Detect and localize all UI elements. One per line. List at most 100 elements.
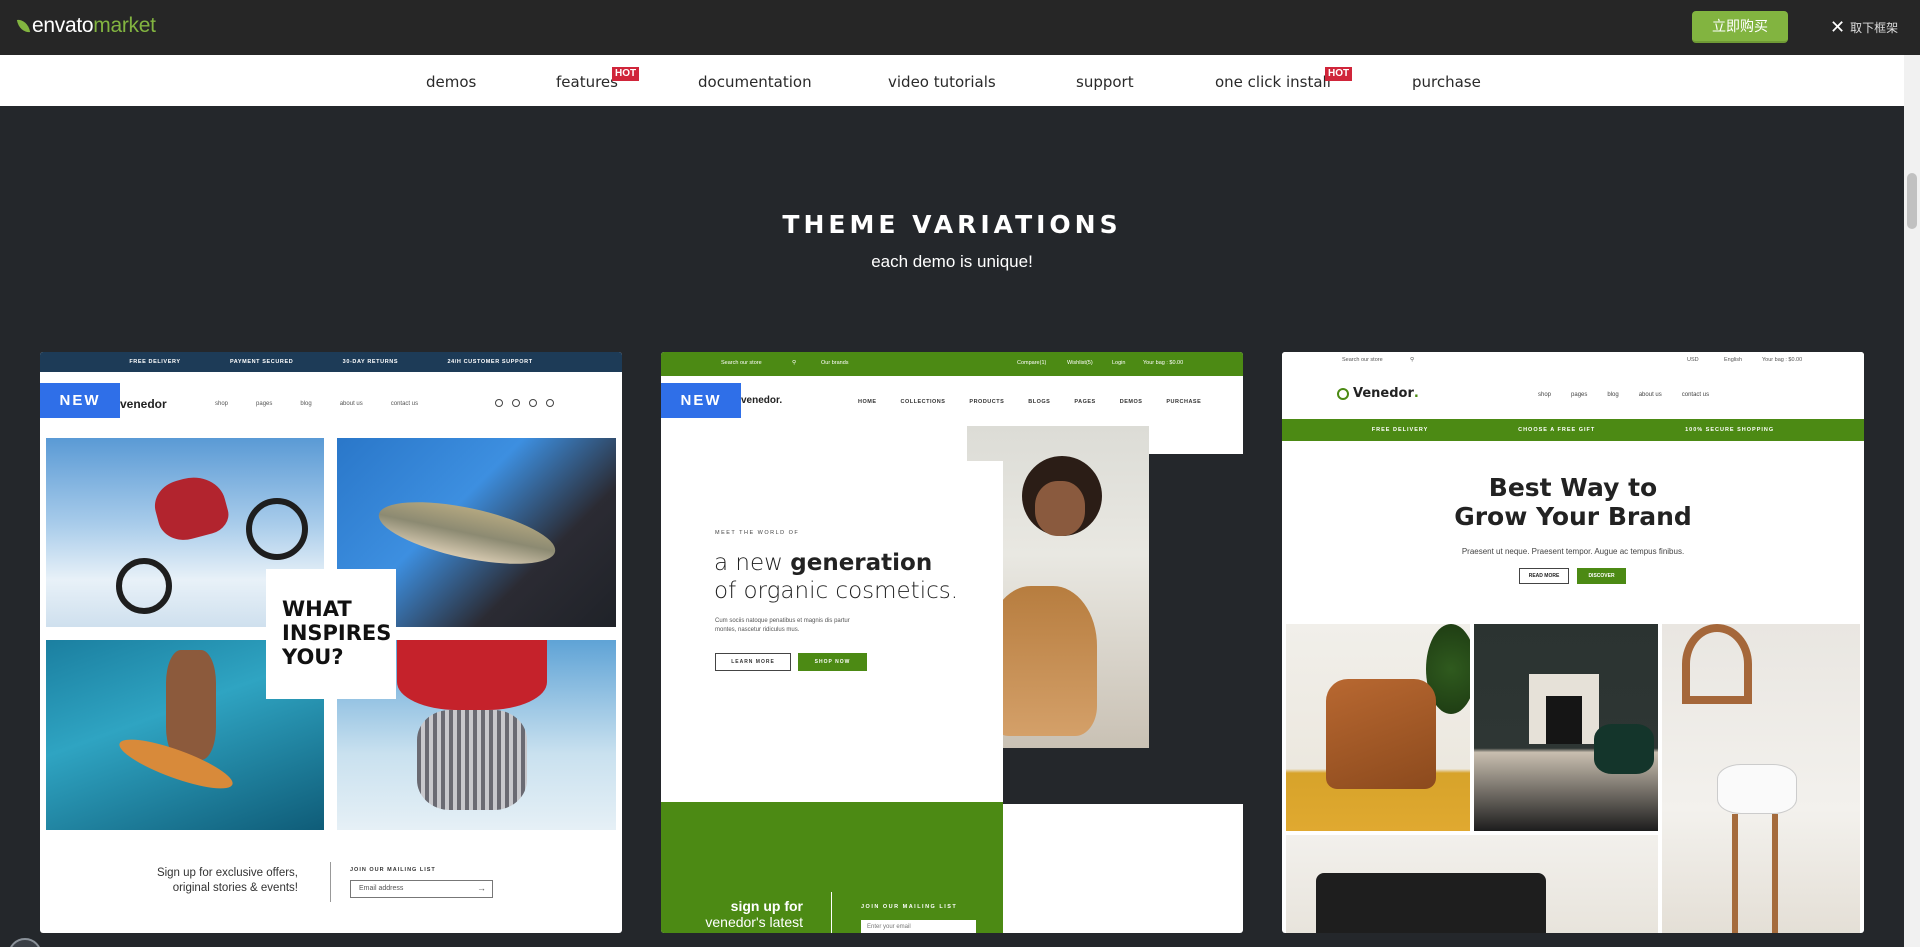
nav-label: video tutorials: [888, 73, 996, 91]
demo-menu: shop pages blog about us contact us: [1538, 392, 1709, 398]
headline-line2: of organic cosmetics.: [714, 578, 959, 604]
join-label: JOIN OUR MAILING LIST: [861, 904, 958, 910]
arrow-right-icon: →: [477, 883, 486, 893]
top-bag: Your bag : $0.00: [1762, 357, 1803, 363]
signup-line: Sign up for exclusive offers,: [156, 867, 298, 879]
cart-icon: [546, 399, 554, 407]
nav-item-support[interactable]: support: [1076, 73, 1134, 91]
demo-menu-item: shop: [1538, 392, 1552, 398]
nav-item-demos[interactable]: demos: [426, 73, 476, 91]
learn-more-button: LEARN MORE: [715, 653, 791, 671]
demo-card-1[interactable]: FREE DELIVERY PAYMENT SECURED 30-DAY RET…: [40, 352, 622, 933]
hero-headline: Best Way to Grow Your Brand: [1282, 473, 1864, 531]
main-nav: demos features HOT documentation video tu…: [0, 55, 1904, 106]
heart-icon: [529, 399, 537, 407]
top-brands: Our brands: [821, 360, 849, 366]
strip-item: FREE DELIVERY: [129, 359, 181, 365]
nav-item-video-tutorials[interactable]: video tutorials: [888, 73, 996, 91]
section-title: THEME VARIATIONS: [782, 210, 1122, 239]
nav-label: features: [556, 73, 618, 91]
signup-text: sign up for venedor's latest: [661, 898, 803, 930]
inspire-overlay: WHAT INSPIRES YOU?: [266, 569, 396, 699]
hero-body: Cum sociis natoque penatibus et magnis d…: [715, 617, 850, 635]
top-currency: USD: [1687, 357, 1699, 363]
top-login: Login: [1112, 360, 1126, 366]
signup-bold: sign up for: [730, 898, 803, 914]
demo-menu-item: contact us: [390, 401, 419, 407]
divider: [831, 892, 832, 933]
chat-widget-icon[interactable]: [8, 938, 42, 947]
strip-item: PAYMENT SECURED: [229, 359, 294, 365]
envato-market-logo[interactable]: envato market: [16, 14, 156, 38]
fireplace-image: [1474, 624, 1658, 831]
remove-frame-button[interactable]: ✕ 取下框架: [1830, 18, 1898, 36]
demo-menu-item: contact us: [1681, 392, 1710, 398]
nav-label: documentation: [698, 73, 812, 91]
section-subtitle: each demo is unique!: [871, 252, 1033, 271]
email-field: Enter your email: [861, 920, 976, 933]
strip-item: 24/H CUSTOMER SUPPORT: [447, 359, 533, 365]
promo-strip: FREE DELIVERY PAYMENT SECURED 30-DAY RET…: [40, 352, 622, 372]
demo-menu-item: blog: [1607, 392, 1619, 398]
demo-topbar: Search our store ⚲ USD English Your bag …: [1282, 352, 1864, 369]
demo-card-3[interactable]: Search our store ⚲ USD English Your bag …: [1282, 352, 1864, 933]
page-scrollbar[interactable]: [1904, 55, 1920, 947]
email-placeholder: Email address: [359, 885, 404, 892]
logo-accent: market: [93, 14, 156, 37]
hot-badge: HOT: [1325, 67, 1353, 81]
demo-menu-item: PAGES: [1074, 399, 1096, 405]
buy-now-button[interactable]: 立即购买: [1692, 11, 1788, 43]
headline-bold: generation: [790, 550, 933, 576]
logo-main: envato: [32, 14, 94, 37]
headline-line: Best Way to: [1488, 473, 1658, 502]
signup-rest: venedor's latest: [705, 914, 803, 930]
top-bag: Your bag : $0.00: [1143, 360, 1184, 366]
top-search: Search our store: [1342, 357, 1383, 363]
top-wishlist: Wishlist(5): [1067, 360, 1093, 366]
strip-item: 100% SECURE SHOPPING: [1685, 427, 1775, 433]
shop-now-button: SHOP NOW: [798, 653, 867, 671]
demo-menu-item: PRODUCTS: [969, 399, 1005, 405]
demo-menu-item: HOME: [858, 399, 877, 405]
logo-text: Venedor: [1353, 386, 1414, 401]
demo-card-2[interactable]: Search our store ⚲ Our brands Compare(1)…: [661, 352, 1243, 933]
body-line: Cum sociis natoque penatibus et magnis d…: [715, 618, 850, 624]
demo-menu-item: shop: [215, 401, 229, 407]
top-language: English: [1724, 357, 1743, 363]
overlay-line: WHAT: [282, 597, 352, 621]
nav-item-one-click-install[interactable]: one click install HOT: [1215, 67, 1353, 91]
nav-label: purchase: [1412, 73, 1481, 91]
top-compare: Compare(1): [1017, 360, 1047, 366]
demo-menu: shop pages blog about us contact us: [215, 401, 418, 407]
demo-logo: Venedor.: [1337, 386, 1419, 401]
read-more-button: READ MORE: [1519, 568, 1569, 584]
remove-frame-label: 取下框架: [1850, 20, 1899, 35]
top-search: Search our store: [721, 360, 762, 366]
demo-menu-item: DEMOS: [1119, 399, 1143, 405]
hero-headline: a new generation of organic cosmetics.: [714, 549, 958, 605]
demo-menu-item: COLLECTIONS: [900, 399, 946, 405]
demo-menu: HOME COLLECTIONS PRODUCTS BLOGS PAGES DE…: [858, 399, 1201, 405]
search-icon: [495, 399, 503, 407]
woman-dog-image: [967, 426, 1149, 748]
nav-label: demos: [426, 73, 477, 91]
demo-menu-item: blog: [300, 401, 312, 407]
logo-icon: [1337, 387, 1349, 400]
hot-badge: HOT: [612, 67, 640, 81]
demo-logo: venedor: [120, 397, 167, 411]
black-sofa-image: [1286, 835, 1658, 933]
scrollbar-thumb[interactable]: [1907, 173, 1917, 229]
user-icon: [512, 399, 520, 407]
hero-sub: Praesent ut neque. Praesent tempor. Augu…: [1461, 547, 1685, 556]
strip-item: FREE DELIVERY: [1371, 427, 1429, 433]
nav-item-purchase[interactable]: purchase: [1412, 73, 1481, 91]
demo-menu-item: pages: [256, 401, 273, 407]
overlay-line: INSPIRES: [282, 621, 392, 645]
nav-label: one click install: [1215, 73, 1331, 91]
leaf-icon: [16, 18, 31, 34]
nav-item-features[interactable]: features HOT: [556, 67, 640, 91]
hero-kicker: MEET THE WORLD OF: [715, 530, 800, 536]
leather-chair-image: [1286, 624, 1470, 831]
nav-item-documentation[interactable]: documentation: [698, 73, 812, 91]
demo-menu-item: about us: [339, 401, 363, 407]
